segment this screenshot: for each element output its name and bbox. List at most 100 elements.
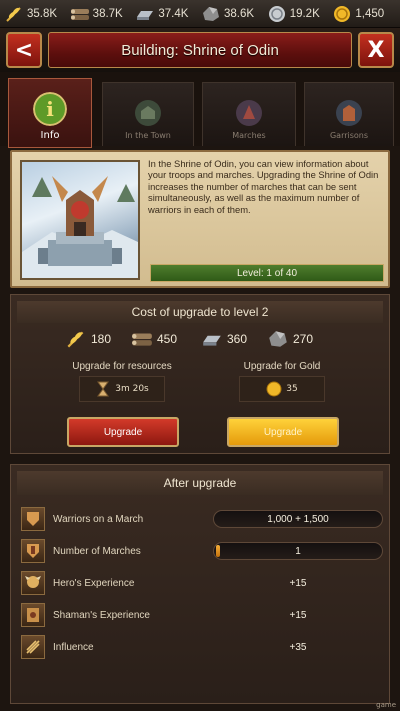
stat-warriors-label: Warriors on a March xyxy=(53,513,144,525)
wheat-icon xyxy=(6,6,21,22)
stat-marches-value: 1 xyxy=(295,545,301,557)
resource-stone-value: 38.6K xyxy=(224,7,255,20)
stat-influence-value-box: +35 xyxy=(213,638,383,656)
stat-row-shaman: Shaman's Experience +15 xyxy=(21,601,381,629)
warriors-icon xyxy=(21,507,45,531)
resource-wheat-value: 35.8K xyxy=(27,7,58,20)
hourglass-icon xyxy=(97,381,110,397)
stat-hero-value-box: +15 xyxy=(213,574,383,592)
stat-marches-label: Number of Marches xyxy=(53,545,141,557)
tab-in-the-town-label: In the Town xyxy=(125,131,171,140)
upgrade-resources-button-label: Upgrade xyxy=(103,426,143,438)
tab-garrisons[interactable]: Garrisons xyxy=(304,82,394,146)
shrine-of-odin-image xyxy=(20,160,140,280)
back-button[interactable]: < xyxy=(6,32,42,68)
resource-wheat[interactable]: 35.8K xyxy=(4,5,68,23)
level-text: Level: 1 of 40 xyxy=(236,267,298,279)
tab-info[interactable]: i Info xyxy=(8,78,92,148)
stat-shaman-label: Shaman's Experience xyxy=(53,609,150,621)
stat-shaman-value: +15 xyxy=(289,609,307,621)
wood-icon xyxy=(70,8,89,20)
stat-warriors-value: 1,000 + 1,500 xyxy=(267,513,329,525)
stat-hero-value: +15 xyxy=(289,577,307,589)
svg-text:i: i xyxy=(46,97,54,121)
silver-icon xyxy=(268,5,285,22)
title-banner: Building: Shrine of Odin xyxy=(48,32,352,68)
influence-icon xyxy=(21,635,45,659)
upgrade-gold-cost-box: 35 xyxy=(239,376,325,402)
stat-marches-bar: 1 xyxy=(213,542,383,560)
gold-icon xyxy=(334,5,351,22)
resource-gold[interactable]: 1,450 xyxy=(332,5,396,23)
stat-hero-label: Hero's Experience xyxy=(53,577,135,589)
stat-influence-value: +35 xyxy=(289,641,307,653)
building-description: In the Shrine of Odin, you can view info… xyxy=(148,158,379,215)
stone-icon xyxy=(269,331,287,347)
header: < Building: Shrine of Odin X xyxy=(0,28,400,72)
tab-marches[interactable]: Marches xyxy=(202,82,296,146)
tab-marches-label: Marches xyxy=(232,131,266,140)
cost-iron-value: 360 xyxy=(227,332,248,346)
cost-wheat: 180 xyxy=(65,329,111,349)
upgrade-resources-label: Upgrade for resources xyxy=(72,361,172,372)
hero-icon xyxy=(21,571,45,595)
page-title: Building: Shrine of Odin xyxy=(121,41,279,59)
tab-in-the-town[interactable]: In the Town xyxy=(102,82,194,146)
upgrade-gold-button-label: Upgrade xyxy=(263,426,303,438)
stat-row-influence: Influence +35 xyxy=(21,633,381,661)
cost-wood: 450 xyxy=(131,329,177,349)
resource-wood[interactable]: 38.7K xyxy=(70,5,134,23)
building-info-panel: In the Shrine of Odin, you can view info… xyxy=(10,150,390,288)
tab-info-label: Info xyxy=(40,130,60,141)
resource-gold-value: 1,450 xyxy=(355,7,385,20)
level-indicator: Level: 1 of 40 xyxy=(150,264,384,282)
stat-shaman-value-box: +15 xyxy=(213,606,383,624)
cost-stone: 270 xyxy=(267,329,313,349)
resource-stone[interactable]: 38.6K xyxy=(201,5,265,23)
cost-iron: 360 xyxy=(201,329,247,349)
cost-wood-value: 450 xyxy=(157,332,178,346)
wheat-icon xyxy=(67,331,84,348)
shrine-illustration xyxy=(22,176,138,278)
iron-icon xyxy=(137,10,154,20)
upgrade-resources-button[interactable]: Upgrade xyxy=(67,417,179,447)
upgrade-time-box: 3m 20s xyxy=(79,376,165,402)
iron-icon xyxy=(203,335,221,346)
cost-stone-value: 270 xyxy=(293,332,314,346)
stat-row-hero: Hero's Experience +15 xyxy=(21,569,381,597)
upgrade-gold-cost: 35 xyxy=(286,384,298,394)
tab-garrisons-label: Garrisons xyxy=(329,131,369,140)
close-label: X xyxy=(367,37,385,63)
garrisons-icon xyxy=(336,100,362,126)
cost-wheat-value: 180 xyxy=(91,332,112,346)
marches-count-icon xyxy=(21,539,45,563)
resource-silver[interactable]: 19.2K xyxy=(267,5,331,23)
shaman-icon xyxy=(21,603,45,627)
upgrade-cost-panel: Cost of upgrade to level 2 180 450 360 2… xyxy=(10,294,390,454)
cost-title-text: Cost of upgrade to level 2 xyxy=(131,305,269,319)
info-icon: i xyxy=(33,92,67,126)
gold-coin-icon xyxy=(266,381,282,397)
stone-icon xyxy=(203,6,220,21)
tab-bar: i Info In the Town Marches Garrisons xyxy=(0,72,400,148)
upgrade-time: 3m 20s xyxy=(115,384,149,394)
after-upgrade-panel: After upgrade Warriors on a March 1,000 … xyxy=(10,464,390,704)
resource-bar: 35.8K 38.7K 37.4K 38.6K 19.2K 1,450 xyxy=(0,0,400,28)
resource-wood-value: 38.7K xyxy=(92,7,123,20)
stat-warriors-bar: 1,000 + 1,500 xyxy=(213,510,383,528)
upgrade-resources-column: Upgrade for resources 3m 20s xyxy=(67,361,177,402)
cost-title: Cost of upgrade to level 2 xyxy=(17,301,383,323)
wood-icon xyxy=(132,333,152,346)
resource-iron[interactable]: 37.4K xyxy=(135,5,199,23)
close-button[interactable]: X xyxy=(358,32,394,68)
stat-influence-label: Influence xyxy=(53,641,94,653)
upgrade-gold-button[interactable]: Upgrade xyxy=(227,417,339,447)
town-icon xyxy=(135,100,161,126)
marches-icon xyxy=(236,100,262,126)
after-upgrade-title-text: After upgrade xyxy=(163,476,237,490)
back-label: < xyxy=(14,37,34,63)
watermark: game xyxy=(376,701,396,709)
marches-bar-fill xyxy=(216,545,221,557)
after-upgrade-title: After upgrade xyxy=(17,471,383,495)
stat-row-warriors: Warriors on a March 1,000 + 1,500 xyxy=(21,505,383,533)
